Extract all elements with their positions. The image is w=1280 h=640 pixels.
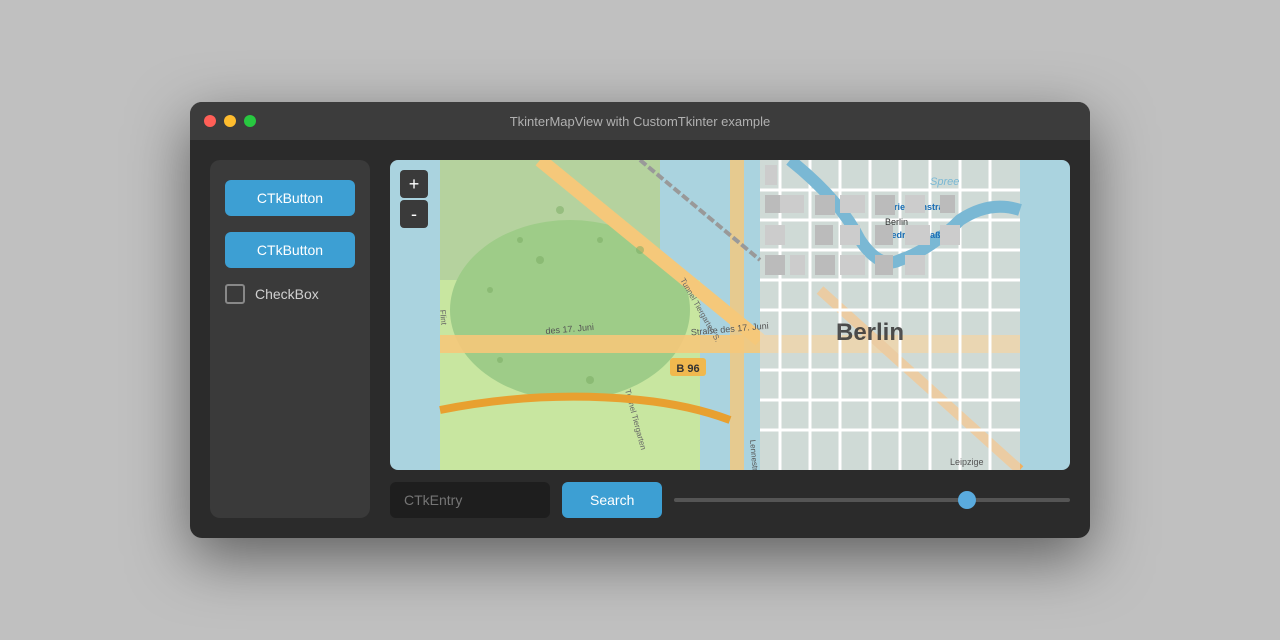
map-svg: B 96 Berlin des 17. Juni Straße des 17. … — [390, 160, 1070, 470]
zoom-out-button[interactable]: - — [400, 200, 428, 228]
search-button[interactable]: Search — [562, 482, 662, 518]
sidebar: CTkButton CTkButton CheckBox — [210, 160, 370, 518]
ctk-button-1[interactable]: CTkButton — [225, 180, 355, 216]
checkbox-input[interactable] — [225, 284, 245, 304]
bottom-bar: Search — [390, 482, 1070, 518]
slider-container — [674, 498, 1070, 502]
close-button[interactable] — [204, 115, 216, 127]
map-slider[interactable] — [674, 498, 1070, 502]
minimize-button[interactable] — [224, 115, 236, 127]
svg-text:Berlin: Berlin — [836, 319, 904, 346]
ctk-button-2[interactable]: CTkButton — [225, 232, 355, 268]
svg-text:Spree: Spree — [930, 176, 959, 188]
app-window: TkinterMapView with CustomTkinter exampl… — [190, 102, 1090, 538]
maximize-button[interactable] — [244, 115, 256, 127]
map-zoom-controls: + - — [400, 170, 428, 228]
titlebar: TkinterMapView with CustomTkinter exampl… — [190, 102, 1090, 140]
ctk-entry-input[interactable] — [390, 482, 550, 518]
map-container[interactable]: B 96 Berlin des 17. Juni Straße des 17. … — [390, 160, 1070, 470]
svg-text:Leipzige: Leipzige — [950, 457, 984, 467]
map-area: B 96 Berlin des 17. Juni Straße des 17. … — [390, 160, 1070, 518]
zoom-in-button[interactable]: + — [400, 170, 428, 198]
window-title: TkinterMapView with CustomTkinter exampl… — [510, 114, 771, 129]
svg-text:B 96: B 96 — [676, 363, 699, 375]
content-area: CTkButton CTkButton CheckBox — [190, 140, 1090, 538]
checkbox-row[interactable]: CheckBox — [225, 284, 355, 304]
checkbox-label: CheckBox — [255, 286, 319, 302]
svg-text:Flint: Flint — [438, 309, 448, 326]
traffic-lights — [204, 115, 256, 127]
